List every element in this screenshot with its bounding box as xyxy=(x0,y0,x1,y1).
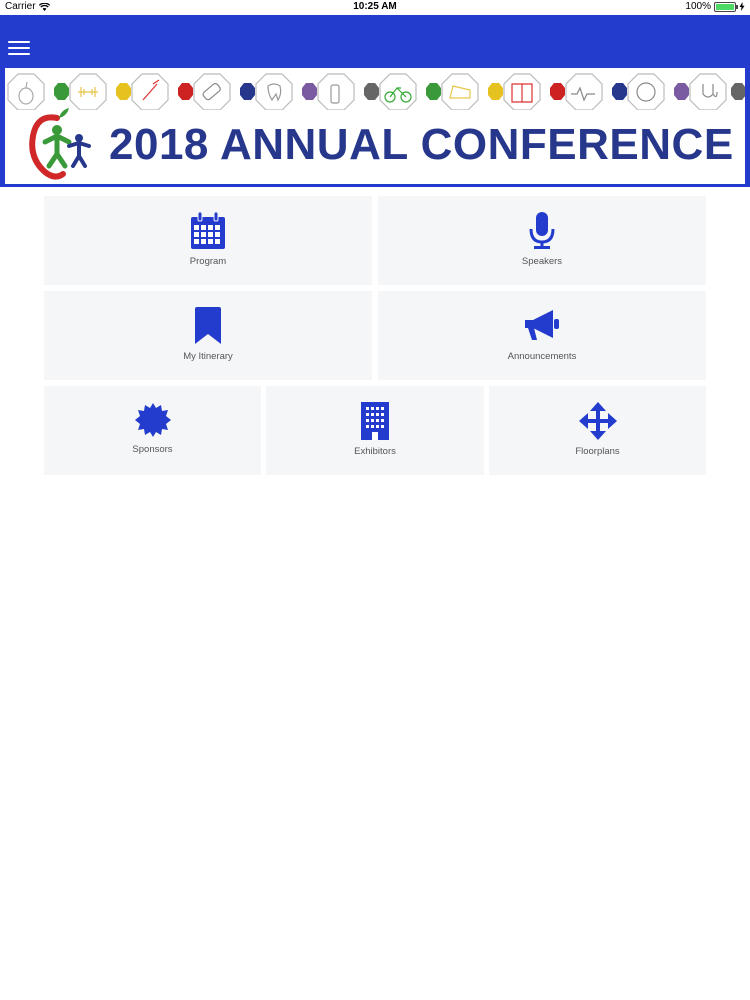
banner-panel: 2018 ANNUAL CONFERENCE xyxy=(5,68,745,184)
arrows-move-icon xyxy=(578,402,617,440)
bicycle-icon xyxy=(379,73,417,110)
hamburger-menu-icon[interactable] xyxy=(8,41,30,57)
tile-label: Announcements xyxy=(507,351,577,362)
bottle-icon xyxy=(317,73,355,110)
charging-icon xyxy=(739,2,745,11)
tile-label: Program xyxy=(189,256,227,267)
calendar-icon xyxy=(191,212,225,249)
tile-my-itinerary[interactable]: My Itinerary xyxy=(44,291,372,380)
tile-label: Floorplans xyxy=(575,446,620,457)
tile-exhibitors[interactable]: Exhibitors xyxy=(266,386,484,475)
tile-speakers[interactable]: Speakers xyxy=(378,196,706,285)
clock: 10:25 AM xyxy=(353,1,397,12)
battery-info: 100% xyxy=(685,1,745,12)
heartbeat-icon xyxy=(565,73,603,110)
tile-label: Exhibitors xyxy=(354,446,396,457)
microphone-icon xyxy=(529,212,555,249)
apple-family-logo xyxy=(29,108,91,180)
tile-program[interactable]: Program xyxy=(44,196,372,285)
stethoscope-icon xyxy=(689,73,727,110)
conference-title: 2018 ANNUAL CONFERENCE xyxy=(109,120,734,169)
cheese-icon xyxy=(441,73,479,110)
tile-label: Speakers xyxy=(521,256,563,267)
building-icon xyxy=(361,402,389,440)
badge-icon xyxy=(134,403,171,437)
bandage-icon xyxy=(193,73,231,110)
battery-percent: 100% xyxy=(685,1,711,12)
tile-sponsors[interactable]: Sponsors xyxy=(44,386,261,475)
tile-announcements[interactable]: Announcements xyxy=(378,291,706,380)
megaphone-icon xyxy=(525,310,559,340)
app-bar xyxy=(0,15,750,65)
bookmark-icon xyxy=(195,307,221,344)
tooth-icon xyxy=(255,73,293,110)
status-bar: Carrier 10:25 AM 100% xyxy=(0,0,750,15)
battery-icon xyxy=(714,1,738,12)
tile-label: Sponsors xyxy=(132,444,173,455)
conference-banner: 2018 ANNUAL CONFERENCE xyxy=(0,65,750,187)
tile-floorplans[interactable]: Floorplans xyxy=(489,386,706,475)
tile-label: My Itinerary xyxy=(183,351,233,362)
soccer-ball-icon xyxy=(627,73,665,110)
health-icons-strip xyxy=(7,73,745,110)
